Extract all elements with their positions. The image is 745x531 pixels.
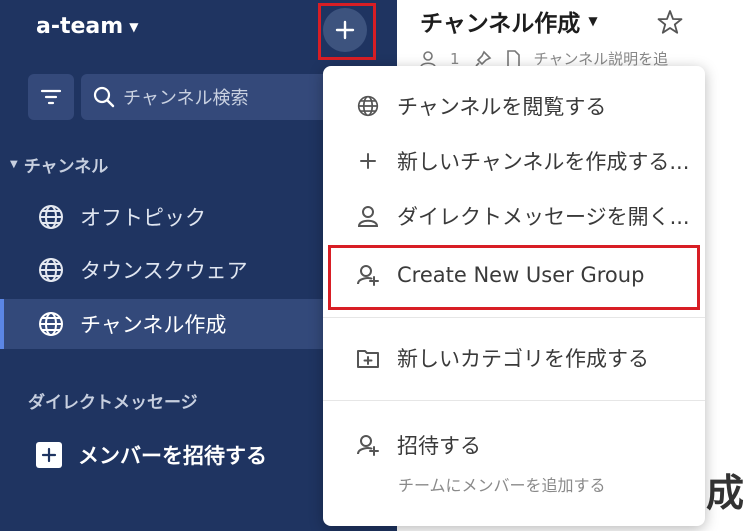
chevron-down-icon: ▼ — [588, 14, 598, 28]
menu-item-open-dm[interactable]: ダイレクトメッセージを開く... — [323, 192, 705, 240]
member-icon[interactable] — [420, 50, 436, 68]
channel-title-text: チャンネル作成 — [420, 11, 581, 37]
chevron-down-icon: ▼ — [129, 19, 139, 34]
filter-icon — [40, 89, 62, 105]
menu-item-label: 新しいチャンネルを作成する... — [397, 150, 690, 174]
invite-members-button[interactable]: メンバーを招待する — [36, 440, 267, 470]
user-add-icon — [357, 435, 379, 456]
plus-box-icon — [36, 442, 62, 468]
star-icon[interactable] — [657, 9, 683, 35]
globe-icon — [39, 312, 63, 336]
sidebar-item-label: オフトピック — [80, 206, 206, 230]
search-icon — [93, 86, 115, 108]
globe-icon — [39, 205, 63, 229]
menu-item-label: 招待する — [397, 434, 481, 458]
add-menu: チャンネルを閲覧する 新しいチャンネルを作成する... ダイレクトメッセージを開… — [323, 66, 705, 526]
channels-header-label: チャンネル — [23, 157, 109, 177]
team-name: a-team — [36, 14, 124, 39]
menu-item-label: ダイレクトメッセージを開く... — [397, 205, 690, 229]
channel-intro-title: 成 — [706, 471, 745, 515]
sidebar-item-label: タウンスクウェア — [80, 259, 248, 283]
globe-icon — [357, 95, 379, 117]
plus-icon — [360, 153, 376, 169]
member-count: 1 — [450, 49, 460, 68]
menu-item-invite[interactable]: 招待する — [323, 421, 705, 469]
menu-item-browse-channels[interactable]: チャンネルを閲覧する — [323, 82, 705, 130]
menu-item-new-category[interactable]: 新しいカテゴリを作成する — [323, 334, 705, 382]
invite-label: メンバーを招待する — [78, 444, 267, 468]
menu-item-invite-description: チームにメンバーを追加する — [398, 476, 606, 495]
highlight-box-group — [328, 245, 700, 310]
dm-section-header[interactable]: ダイレクトメッセージ — [28, 388, 198, 413]
file-icon[interactable] — [506, 49, 520, 68]
folder-add-icon — [357, 350, 379, 368]
menu-divider — [323, 400, 705, 401]
pin-icon[interactable] — [474, 50, 492, 68]
menu-item-label: チャンネルを閲覧する — [397, 95, 607, 119]
menu-divider — [323, 317, 705, 318]
user-icon — [357, 206, 379, 227]
globe-icon — [39, 258, 63, 282]
menu-item-label: 新しいカテゴリを作成する — [397, 347, 649, 371]
highlight-box-add — [318, 3, 376, 60]
chevron-down-icon: ▼ — [10, 159, 18, 170]
filter-button[interactable] — [28, 74, 74, 120]
team-switcher[interactable]: a-team ▼ — [36, 14, 138, 39]
menu-item-new-channel[interactable]: 新しいチャンネルを作成する... — [323, 137, 705, 185]
channel-title[interactable]: チャンネル作成 ▼ — [420, 4, 598, 38]
sidebar-item-label: チャンネル作成 — [80, 313, 227, 337]
channels-section-header[interactable]: ▼ チャンネル — [10, 152, 108, 177]
search-placeholder: チャンネル検索 — [123, 88, 249, 109]
